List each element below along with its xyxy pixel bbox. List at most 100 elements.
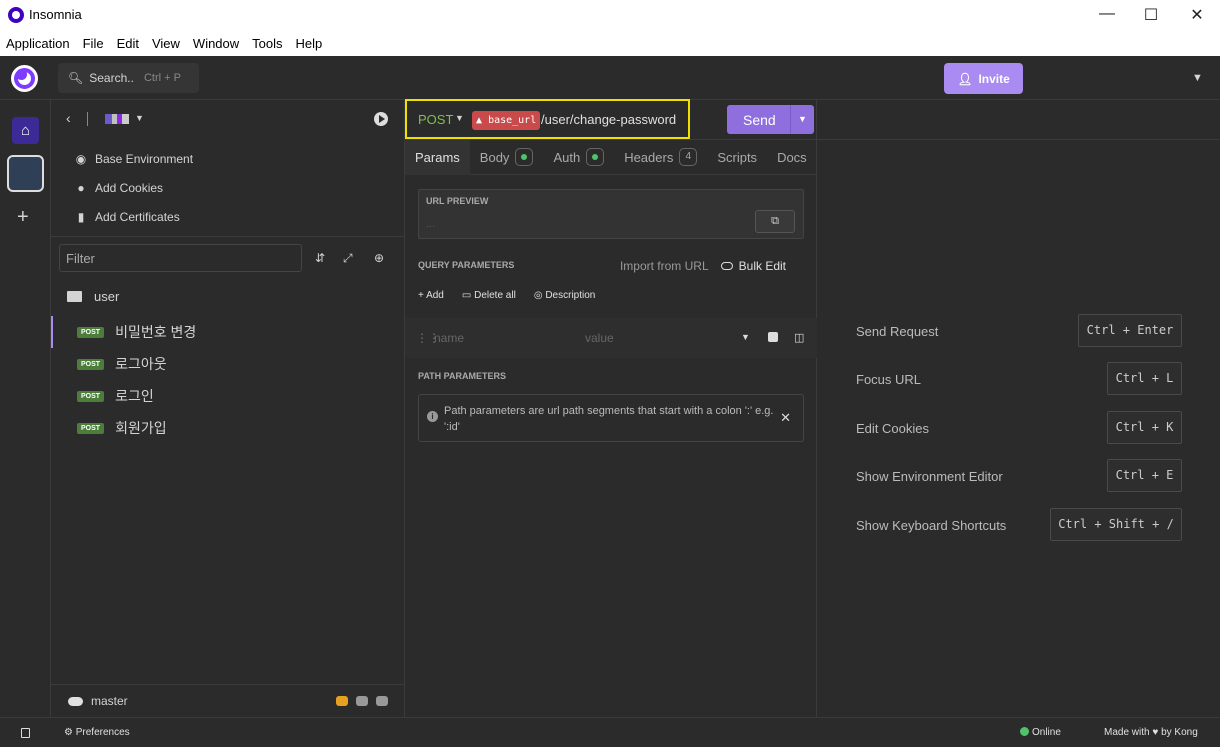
- path-parameters-heading: PATH PARAMETERS: [418, 371, 507, 381]
- toggle-icon[interactable]: [720, 262, 733, 270]
- shortcut-label: Show Environment Editor: [856, 469, 1003, 484]
- gear-icon: ⚙: [64, 727, 76, 738]
- expand-icon[interactable]: ⤢: [343, 251, 353, 266]
- invite-button[interactable]: 👤︎ Invite: [944, 63, 1023, 94]
- tab-label: Params: [415, 149, 460, 165]
- preferences-button[interactable]: ⚙ Preferences: [64, 727, 130, 738]
- package-icon[interactable]: [336, 696, 348, 706]
- tab-auth[interactable]: Auth: [543, 140, 614, 175]
- bulk-edit-button[interactable]: Bulk Edit: [739, 259, 786, 273]
- request-item[interactable]: POST 회원가입: [51, 412, 404, 444]
- tab-headers[interactable]: Headers 4: [614, 140, 707, 175]
- maximize-button[interactable]: ☐: [1136, 5, 1166, 25]
- cookie-icon: ●: [77, 180, 85, 195]
- menu-file[interactable]: File: [83, 36, 104, 51]
- menu-application[interactable]: Application: [6, 36, 70, 51]
- minimize-button[interactable]: —: [1092, 5, 1122, 23]
- toggle-icon: ◎: [533, 290, 546, 301]
- online-status: Online: [1020, 727, 1061, 738]
- method-badge: POST: [77, 390, 105, 402]
- tab-body[interactable]: Body: [470, 140, 544, 175]
- add-param-button[interactable]: + Add: [418, 290, 444, 301]
- back-icon[interactable]: ‹: [66, 110, 71, 126]
- request-item[interactable]: POST 비밀번호 변경: [51, 316, 404, 348]
- search-label: Search..: [89, 71, 134, 85]
- certificate-icon: ▮: [77, 209, 85, 224]
- menu-tools[interactable]: Tools: [252, 36, 282, 51]
- sort-icon[interactable]: ⇵: [315, 251, 325, 265]
- delete-all-button[interactable]: ▭ Delete all: [462, 290, 516, 301]
- request-name: 로그인: [115, 388, 154, 404]
- method-select[interactable]: POST: [418, 112, 453, 127]
- menu-view[interactable]: View: [152, 36, 180, 51]
- sync-footer: master: [51, 684, 404, 717]
- info-icon: i: [427, 411, 438, 422]
- search-button[interactable]: 🔍︎ Search.. Ctrl + P: [58, 63, 199, 93]
- tab-docs[interactable]: Docs: [767, 140, 817, 175]
- query-param-actions: + Add ▭ Delete all ◎ Description: [418, 290, 595, 301]
- tab-params[interactable]: Params: [405, 139, 470, 175]
- send-button[interactable]: Send ▼: [727, 105, 814, 134]
- made-with-prefix: Made with: [1104, 727, 1150, 738]
- request-name: 회원가입: [115, 420, 167, 436]
- request-tabs: Params Body Auth Headers 4 Scripts Docs: [405, 139, 817, 175]
- home-icon[interactable]: ⌂: [12, 117, 39, 144]
- delete-all-label: Delete all: [474, 290, 516, 301]
- param-name-input[interactable]: name: [434, 331, 464, 345]
- close-icon[interactable]: ✕: [780, 410, 791, 426]
- request-item[interactable]: POST 로그인: [51, 380, 404, 412]
- window-titlebar: Insomnia — ☐ ✕: [0, 0, 1220, 30]
- menu-edit[interactable]: Edit: [117, 36, 139, 51]
- url-input[interactable]: /user/change-password: [541, 112, 676, 127]
- trash-icon[interactable]: ◫: [794, 331, 804, 344]
- method-badge: POST: [77, 326, 105, 338]
- add-project-icon[interactable]: +: [17, 206, 29, 229]
- env-variable-label: base_url: [488, 115, 537, 126]
- method-badge: POST: [77, 358, 105, 370]
- chevron-down-icon[interactable]: ▼: [135, 113, 144, 123]
- import-from-url-button[interactable]: Import from URL: [620, 259, 709, 273]
- status-dot-icon: [515, 148, 534, 166]
- request-tree: user POST 비밀번호 변경 POST 로그아웃 POST 로그인 POS…: [51, 284, 404, 444]
- filter-input[interactable]: Filter: [59, 244, 302, 272]
- folder-item[interactable]: user: [51, 284, 404, 308]
- add-request-icon[interactable]: ⊕: [374, 251, 384, 265]
- query-actions: Import from URL Bulk Edit: [620, 259, 786, 273]
- env-variable-tag[interactable]: ▲ base_url: [472, 111, 541, 130]
- folder-label: user: [94, 288, 120, 304]
- request-item[interactable]: POST 로그아웃: [51, 348, 404, 380]
- close-button[interactable]: ✕: [1182, 5, 1212, 25]
- copy-icon[interactable]: ⧉: [755, 210, 795, 233]
- insomnia-logo-icon: [8, 7, 24, 23]
- description-button[interactable]: ◎ Description: [534, 290, 596, 301]
- query-param-row: ⋮⋮ name value ▼ ◫: [405, 318, 817, 358]
- sidebar-item-base-environment[interactable]: ◉ Base Environment: [51, 144, 404, 173]
- chevron-down-icon[interactable]: ▼: [1192, 72, 1203, 84]
- menu-window[interactable]: Window: [193, 36, 239, 51]
- tab-scripts[interactable]: Scripts: [707, 140, 767, 175]
- run-collection-icon[interactable]: [374, 112, 388, 126]
- sidebar-item-label: Add Cookies: [95, 180, 164, 195]
- chevron-down-icon[interactable]: ▼: [741, 332, 750, 342]
- checkbox-icon[interactable]: [768, 332, 778, 342]
- app-logo-icon[interactable]: [11, 65, 38, 92]
- chevron-down-icon[interactable]: ▼: [455, 113, 464, 123]
- trash-icon: ▭: [461, 290, 475, 301]
- push-icon[interactable]: [376, 696, 388, 706]
- sidebar-links: ◉ Base Environment ● Add Cookies ▮ Add C…: [51, 144, 404, 231]
- made-with-kong[interactable]: Made with ♥ by Kong: [1104, 727, 1198, 738]
- menu-help[interactable]: Help: [296, 36, 323, 51]
- param-value-input[interactable]: value: [585, 331, 614, 345]
- branch-label[interactable]: master: [91, 694, 128, 708]
- sidebar-item-add-certificates[interactable]: ▮ Add Certificates: [51, 202, 404, 231]
- sidebar-toggle-icon[interactable]: [21, 728, 30, 738]
- pull-icon[interactable]: [356, 696, 368, 706]
- shortcut-keys: Ctrl + Enter: [1078, 314, 1182, 347]
- project-avatar[interactable]: [7, 155, 44, 192]
- shortcut-keys: Ctrl + Shift + /: [1050, 508, 1182, 541]
- made-with-suffix: by Kong: [1161, 727, 1198, 738]
- chevron-down-icon[interactable]: ▼: [790, 105, 814, 134]
- tab-label: Auth: [553, 149, 581, 165]
- sidebar-item-add-cookies[interactable]: ● Add Cookies: [51, 173, 404, 202]
- workspace-icon[interactable]: [105, 114, 129, 124]
